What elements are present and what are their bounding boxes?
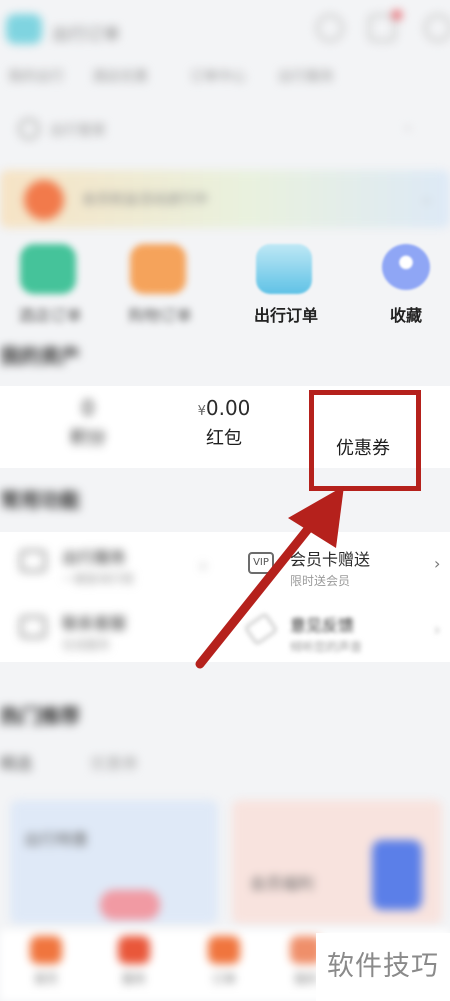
nav-service[interactable]: 服务 bbox=[104, 936, 164, 996]
gift-bag-icon bbox=[372, 840, 422, 910]
service-icon bbox=[118, 936, 150, 964]
recommend-tab[interactable]: 精选 bbox=[0, 750, 32, 774]
promo-decoration bbox=[100, 890, 160, 920]
nav-label: 服务 bbox=[121, 972, 146, 986]
recommend-tab[interactable]: 优惠券 bbox=[90, 750, 138, 774]
nav-label: 订单 bbox=[211, 972, 236, 986]
promo-title: 会员福利 bbox=[250, 874, 315, 893]
recommend-section-title: 热门推荐 bbox=[0, 704, 80, 728]
promo-card[interactable]: 会员福利 bbox=[232, 800, 442, 924]
promo-title: 出行特惠 bbox=[24, 830, 89, 849]
nav-home[interactable]: 首页 bbox=[16, 936, 76, 996]
watermark: 软件技巧 bbox=[316, 933, 450, 1001]
nav-orders[interactable]: 订单 bbox=[194, 936, 254, 996]
promo-card[interactable]: 出行特惠 bbox=[10, 800, 218, 924]
orders-icon bbox=[208, 936, 240, 964]
home-icon bbox=[30, 936, 62, 964]
arrow-shaft bbox=[195, 509, 325, 669]
nav-label: 首页 bbox=[33, 972, 58, 986]
